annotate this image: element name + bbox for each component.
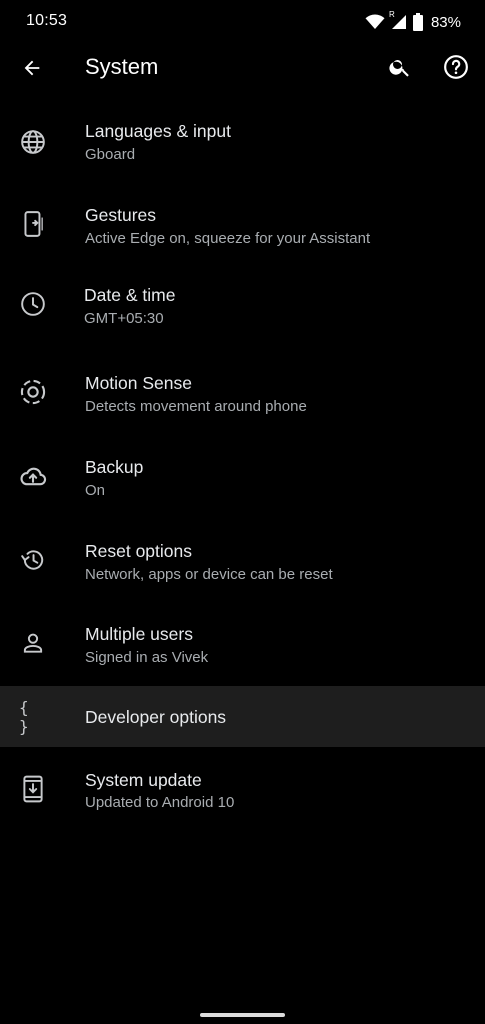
settings-item-developer-options[interactable]: { } Developer options — [0, 686, 485, 747]
settings-item-date-time[interactable]: Date & time GMT+05:30 — [0, 268, 485, 344]
item-subtitle: Detects movement around phone — [85, 398, 307, 415]
item-title: Date & time — [84, 285, 176, 305]
cloud-upload-icon — [19, 462, 47, 490]
wifi-icon — [365, 14, 385, 30]
item-subtitle: Gboard — [85, 146, 136, 163]
back-button[interactable] — [16, 52, 48, 84]
item-subtitle: On — [85, 482, 106, 499]
system-settings-screen: 10:53 R 83% System Languages & input Gbo… — [0, 0, 485, 1024]
settings-item-motion-sense[interactable]: Motion Sense Detects movement around pho… — [0, 356, 485, 432]
item-subtitle: Signed in as Vivek — [85, 649, 209, 666]
settings-item-reset-options[interactable]: Reset options Network, apps or device ca… — [0, 524, 485, 600]
help-button[interactable] — [440, 51, 472, 83]
settings-item-gestures[interactable]: Gestures Active Edge on, squeeze for you… — [0, 188, 485, 264]
item-title: Backup — [85, 457, 144, 477]
braces-glyph: { } — [19, 698, 32, 736]
clock-icon — [19, 290, 47, 318]
search-icon — [389, 60, 409, 77]
app-bar: System — [0, 44, 485, 90]
settings-item-system-update[interactable]: System update Updated to Android 10 — [0, 753, 485, 829]
page-title: System — [85, 54, 159, 79]
status-icons: R 83% — [365, 10, 461, 33]
gesture-nav-handle[interactable] — [200, 1013, 285, 1017]
item-title: System update — [85, 770, 202, 790]
status-time: 10:53 — [26, 12, 68, 29]
code-braces-icon: { } — [19, 698, 47, 736]
item-subtitle: GMT+05:30 — [84, 310, 164, 327]
motion-sense-icon — [19, 378, 47, 406]
item-subtitle: Updated to Android 10 — [85, 794, 235, 811]
battery-percent: 83% — [430, 13, 461, 31]
gestures-phone-icon — [19, 210, 47, 238]
item-title: Motion Sense — [85, 373, 193, 393]
search-button[interactable] — [384, 51, 416, 83]
item-title: Multiple users — [85, 624, 193, 644]
item-subtitle: Network, apps or device can be reset — [85, 566, 333, 583]
settings-item-multiple-users[interactable]: Multiple users Signed in as Vivek — [0, 607, 485, 683]
item-title: Gestures — [85, 205, 156, 225]
roaming-badge: R — [388, 10, 395, 19]
history-icon — [19, 546, 47, 574]
status-bar: 10:53 R 83% — [0, 0, 485, 44]
item-title: Developer options — [85, 707, 227, 727]
battery-icon — [412, 13, 423, 31]
settings-item-languages-input[interactable]: Languages & input Gboard — [0, 104, 485, 180]
cell-signal-icon: R — [389, 10, 407, 30]
item-title: Reset options — [85, 541, 193, 561]
system-update-icon — [19, 775, 47, 803]
item-title: Languages & input — [85, 121, 231, 141]
settings-item-backup[interactable]: Backup On — [0, 440, 485, 516]
globe-icon — [19, 128, 47, 156]
item-subtitle: Active Edge on, squeeze for your Assista… — [85, 230, 371, 247]
person-icon — [19, 629, 47, 657]
help-icon — [444, 55, 468, 79]
arrow-back-icon — [24, 60, 40, 76]
